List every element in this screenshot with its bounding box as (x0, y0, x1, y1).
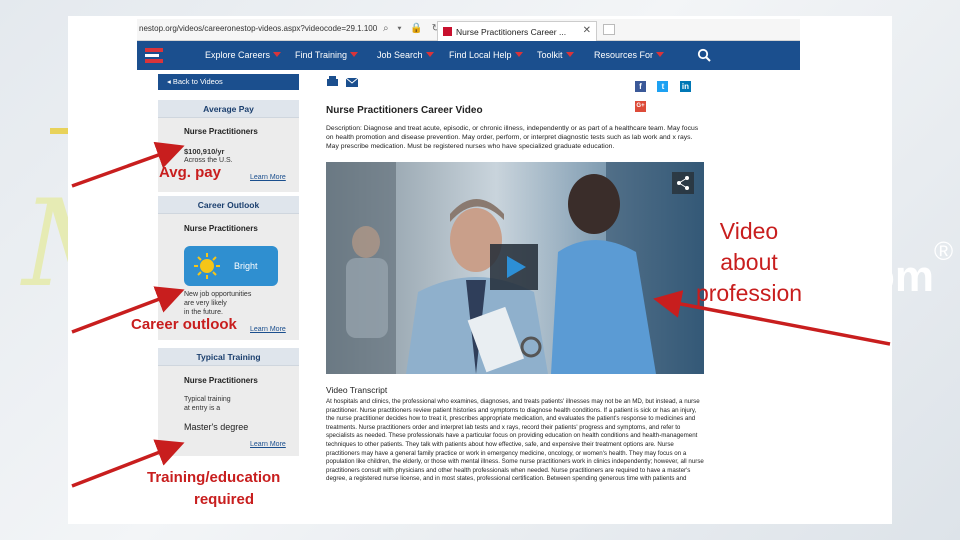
training-annotation-line-2: required (194, 491, 255, 508)
video-annotation-line-3: profession (695, 280, 803, 306)
avg-pay-annotation: Avg. pay (159, 164, 221, 181)
video-annotation-line-1: Video (719, 218, 779, 244)
video-annotation: Video about profession (686, 216, 812, 309)
career-outlook-annotation: Career outlook (131, 316, 237, 333)
video-annotation-line-2: about (720, 249, 778, 275)
annotation-arrows (71, 141, 891, 488)
training-annotation-line-1: Training/education (147, 469, 281, 486)
